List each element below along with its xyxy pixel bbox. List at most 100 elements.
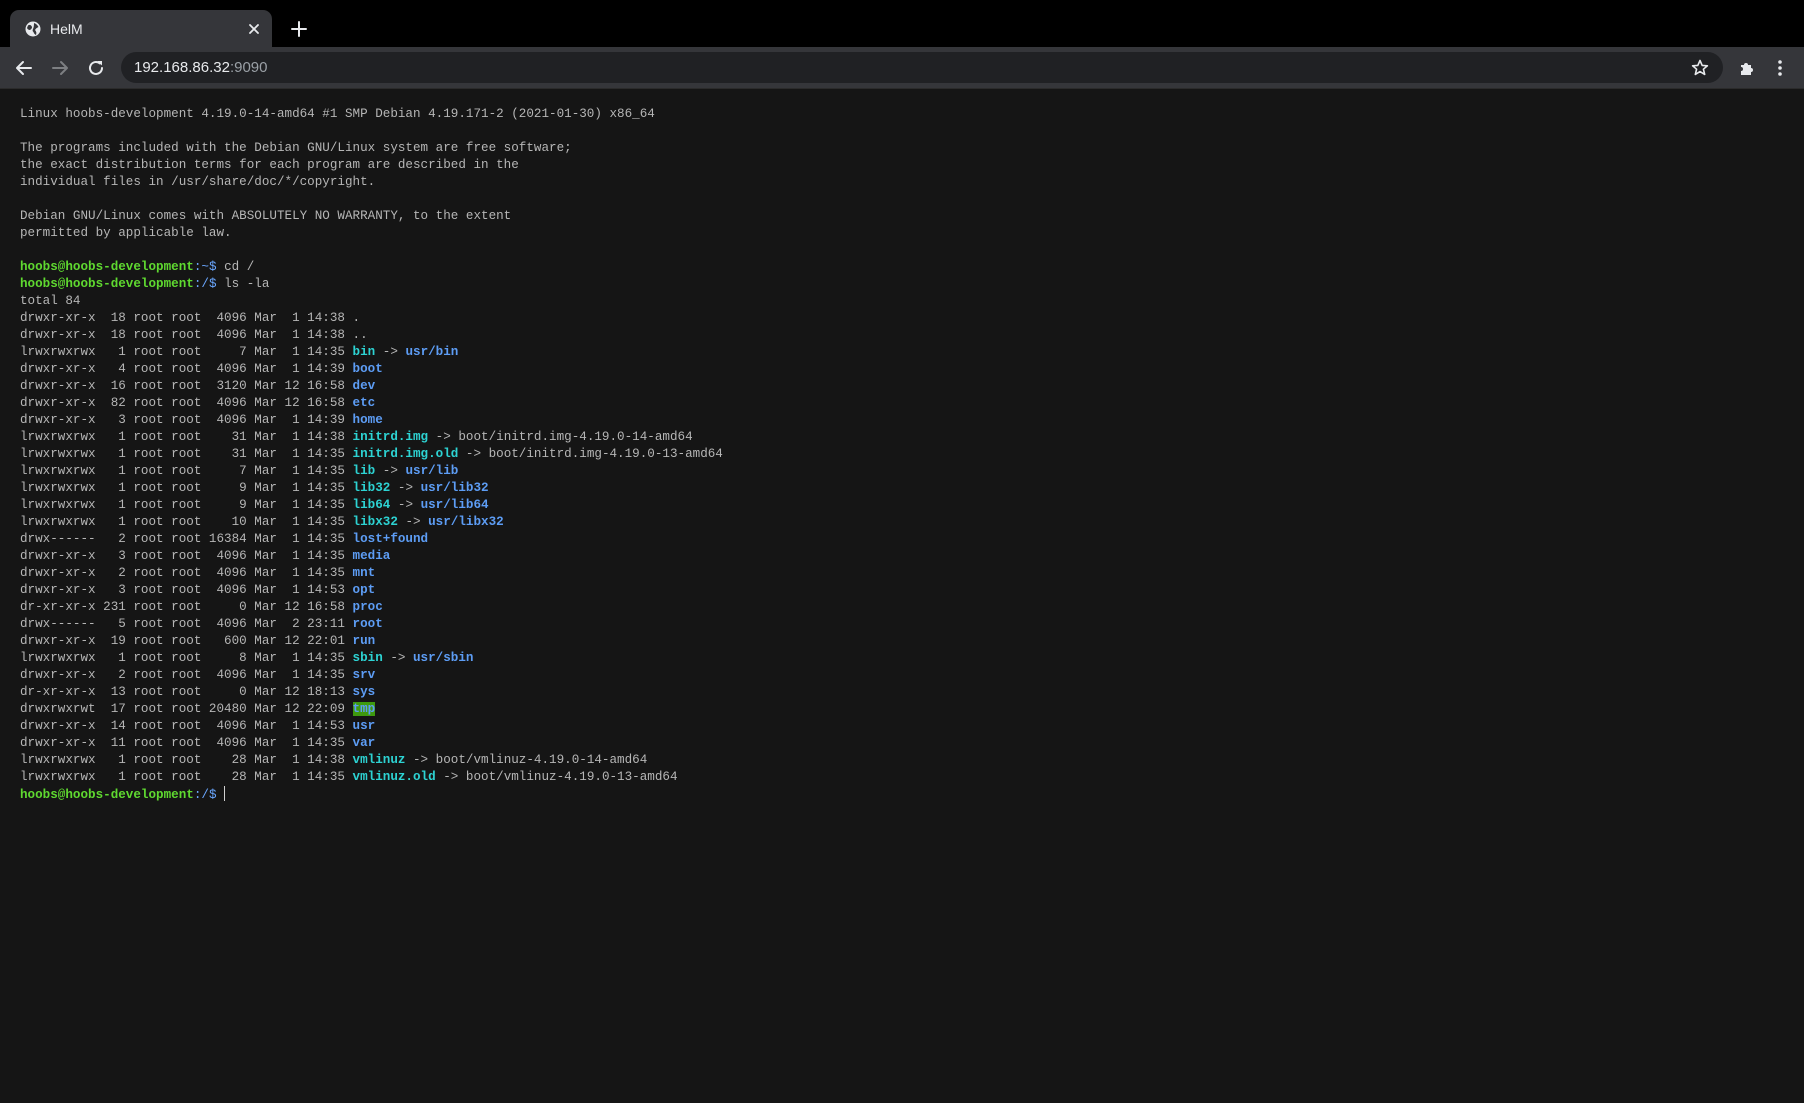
file-meta: drwxr-xr-x 2 root root 4096 Mar 1 14:35	[20, 566, 353, 580]
command-text: cd /	[224, 260, 255, 274]
file-name: bin	[352, 345, 376, 359]
file-name: lost+found	[352, 532, 429, 546]
url-text: 192.168.86.32:9090	[134, 59, 267, 77]
motd-line	[20, 191, 723, 208]
listing-row: drwxr-xr-x 14 root root 4096 Mar 1 14:53…	[20, 718, 723, 735]
file-name: lib	[352, 464, 376, 478]
file-meta: drwxr-xr-x 11 root root 4096 Mar 1 14:35	[20, 736, 353, 750]
file-name: libx32	[352, 515, 398, 529]
file-meta: lrwxrwxrwx 1 root root 9 Mar 1 14:35	[20, 498, 353, 512]
file-meta: drwxr-xr-x 82 root root 4096 Mar 12 16:5…	[20, 396, 353, 410]
listing-row: lrwxrwxrwx 1 root root 31 Mar 1 14:38 in…	[20, 429, 723, 446]
symlink-arrow: ->	[428, 430, 459, 444]
file-meta: drwxr-xr-x 4 root root 4096 Mar 1 14:39	[20, 362, 353, 376]
listing-row: drwx------ 2 root root 16384 Mar 1 14:35…	[20, 531, 723, 548]
file-name: vmlinuz.old	[352, 770, 436, 784]
symlink-arrow: ->	[375, 345, 406, 359]
listing-row: lrwxrwxrwx 1 root root 10 Mar 1 14:35 li…	[20, 514, 723, 531]
command-line: hoobs@hoobs-development:/$ ls -la	[20, 276, 723, 293]
file-meta: lrwxrwxrwx 1 root root 28 Mar 1 14:38	[20, 753, 353, 767]
symlink-target: boot/vmlinuz-4.19.0-13-amd64	[465, 770, 678, 784]
address-bar[interactable]: 192.168.86.32:9090	[121, 52, 1723, 83]
file-meta: drwxrwxrwt 17 root root 20480 Mar 12 22:…	[20, 702, 353, 716]
file-name: media	[352, 549, 391, 563]
listing-row: lrwxrwxrwx 1 root root 31 Mar 1 14:35 in…	[20, 446, 723, 463]
file-meta: lrwxrwxrwx 1 root root 7 Mar 1 14:35	[20, 464, 353, 478]
motd-line: permitted by applicable law.	[20, 225, 723, 242]
listing-row: drwxrwxrwt 17 root root 20480 Mar 12 22:…	[20, 701, 723, 718]
command-line: hoobs@hoobs-development:~$ cd /	[20, 259, 723, 276]
listing-row: lrwxrwxrwx 1 root root 8 Mar 1 14:35 sbi…	[20, 650, 723, 667]
close-icon[interactable]	[244, 19, 264, 39]
listing-row: drwxr-xr-x 11 root root 4096 Mar 1 14:35…	[20, 735, 723, 752]
symlink-arrow: ->	[397, 515, 429, 529]
tab-strip: HelM	[0, 0, 1804, 47]
symlink-arrow: ->	[382, 651, 413, 665]
listing-row: drwxr-xr-x 19 root root 600 Mar 12 22:01…	[20, 633, 723, 650]
listing-row: drwxr-xr-x 4 root root 4096 Mar 1 14:39 …	[20, 361, 723, 378]
listing-total: total 84	[20, 293, 723, 310]
tab-helm[interactable]: HelM	[10, 10, 272, 47]
terminal-output: Linux hoobs-development 4.19.0-14-amd64 …	[20, 106, 723, 803]
symlink-arrow: ->	[435, 770, 466, 784]
forward-arrow-icon[interactable]	[49, 57, 71, 79]
file-meta: dr-xr-xr-x 13 root root 0 Mar 12 18:13	[20, 685, 353, 699]
file-name: dev	[352, 379, 376, 393]
symlink-target: usr/libx32	[428, 515, 504, 529]
plus-icon[interactable]	[288, 18, 310, 40]
star-icon[interactable]	[1689, 57, 1711, 79]
total-text: total 84	[20, 294, 81, 308]
file-meta: drwxr-xr-x 2 root root 4096 Mar 1 14:35	[20, 668, 353, 682]
file-meta: lrwxrwxrwx 1 root root 10 Mar 1 14:35	[20, 515, 353, 529]
motd-line	[20, 242, 723, 259]
command-text: ls -la	[224, 277, 270, 291]
symlink-target: usr/lib64	[420, 498, 489, 512]
file-name: ..	[352, 328, 368, 342]
listing-row: drwxr-xr-x 3 root root 4096 Mar 1 14:39 …	[20, 412, 723, 429]
file-name: .	[352, 311, 361, 325]
file-meta: drwx------ 2 root root 16384 Mar 1 14:35	[20, 532, 353, 546]
back-arrow-icon[interactable]	[13, 57, 35, 79]
motd-text: individual files in /usr/share/doc/*/cop…	[20, 175, 376, 189]
listing-row: lrwxrwxrwx 1 root root 9 Mar 1 14:35 lib…	[20, 480, 723, 497]
file-name: sys	[352, 685, 376, 699]
file-name: tmp	[352, 702, 376, 716]
listing-row: drwxr-xr-x 3 root root 4096 Mar 1 14:53 …	[20, 582, 723, 599]
url-host: 192.168.86.32	[134, 59, 230, 76]
file-meta: drwxr-xr-x 18 root root 4096 Mar 1 14:38	[20, 311, 353, 325]
symlink-target: boot/vmlinuz-4.19.0-14-amd64	[435, 753, 648, 767]
file-name: sbin	[352, 651, 383, 665]
file-name: var	[352, 736, 376, 750]
symlink-target: boot/initrd.img-4.19.0-13-amd64	[488, 447, 723, 461]
browser-toolbar: 192.168.86.32:9090	[0, 47, 1804, 88]
prompt-path: :/$	[193, 277, 225, 291]
file-name: run	[352, 634, 376, 648]
file-meta: drwxr-xr-x 3 root root 4096 Mar 1 14:53	[20, 583, 353, 597]
file-meta: lrwxrwxrwx 1 root root 31 Mar 1 14:35	[20, 447, 353, 461]
puzzle-icon[interactable]	[1736, 57, 1758, 79]
file-meta: lrwxrwxrwx 1 root root 7 Mar 1 14:35	[20, 345, 353, 359]
file-name: initrd.img	[352, 430, 429, 444]
listing-row: drwxr-xr-x 3 root root 4096 Mar 1 14:35 …	[20, 548, 723, 565]
symlink-arrow: ->	[390, 481, 421, 495]
globe-icon	[24, 20, 42, 38]
listing-row: drwxr-xr-x 2 root root 4096 Mar 1 14:35 …	[20, 565, 723, 582]
file-meta: drwx------ 5 root root 4096 Mar 2 23:11	[20, 617, 353, 631]
listing-row: drwxr-xr-x 2 root root 4096 Mar 1 14:35 …	[20, 667, 723, 684]
symlink-arrow: ->	[390, 498, 421, 512]
file-name: initrd.img.old	[352, 447, 459, 461]
kebab-menu-icon[interactable]	[1769, 57, 1791, 79]
motd-line: The programs included with the Debian GN…	[20, 140, 723, 157]
current-prompt: hoobs@hoobs-development:/$	[20, 786, 723, 803]
listing-row: drwx------ 5 root root 4096 Mar 2 23:11 …	[20, 616, 723, 633]
prompt-path: :~$	[193, 260, 225, 274]
motd-text: permitted by applicable law.	[20, 226, 232, 240]
tab-title: HelM	[50, 21, 83, 37]
file-name: lib64	[352, 498, 391, 512]
listing-row: lrwxrwxrwx 1 root root 28 Mar 1 14:35 vm…	[20, 769, 723, 786]
file-name: boot	[352, 362, 383, 376]
file-name: srv	[352, 668, 376, 682]
text-cursor	[224, 786, 226, 801]
reload-icon[interactable]	[85, 57, 107, 79]
terminal-screen[interactable]: Linux hoobs-development 4.19.0-14-amd64 …	[0, 89, 1804, 1103]
